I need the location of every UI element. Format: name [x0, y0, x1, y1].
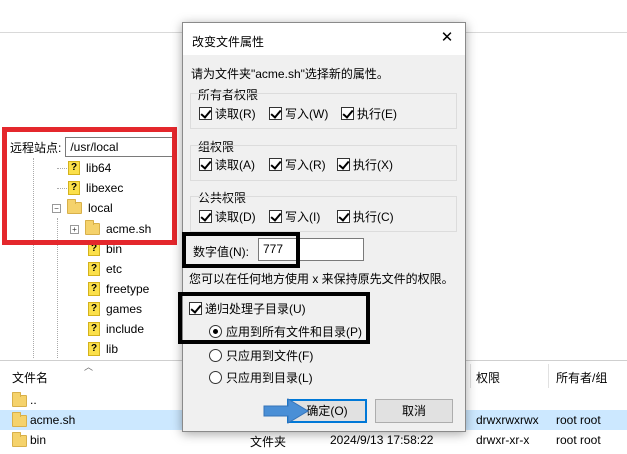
tree-item-label: games — [106, 302, 143, 316]
public-read-checkbox[interactable]: 读取(D) — [199, 208, 256, 225]
checkbox-checked-icon — [341, 107, 354, 120]
dialog-description: 请为文件夹"acme.sh"选择新的属性。 — [191, 67, 389, 81]
dialog-titlebar: 改变文件属性 ✕ — [183, 23, 465, 55]
file-permissions: drwxrwxrwx — [476, 413, 539, 427]
tree-item-label: include — [106, 322, 145, 336]
radio-icon — [209, 349, 222, 362]
checkbox-label: 执行(X) — [353, 158, 393, 172]
apply-dirs-radio[interactable]: 只应用到目录(L) — [209, 369, 313, 386]
tree-item-label: lib — [106, 342, 119, 356]
checkbox-checked-icon — [199, 107, 212, 120]
column-owner-group[interactable]: 所有者/组 — [556, 369, 607, 386]
owner-write-checkbox[interactable]: 写入(W) — [269, 105, 328, 122]
checkbox-checked-icon — [337, 210, 350, 223]
unknown-folder-icon: ? — [88, 342, 100, 356]
group-write-checkbox[interactable]: 写入(R) — [269, 156, 326, 173]
tree-item-freetype[interactable]: ? freetype — [88, 279, 149, 299]
public-write-checkbox[interactable]: 写入(I) — [269, 208, 320, 225]
checkbox-label: 执行(E) — [357, 107, 397, 121]
arrow-right-icon — [263, 398, 309, 424]
checkbox-label: 读取(D) — [215, 210, 256, 224]
checkbox-label: 写入(I) — [285, 210, 321, 224]
checkbox-label: 执行(C) — [353, 210, 394, 224]
file-name: bin — [30, 433, 47, 447]
checkbox-label: 读取(A) — [215, 158, 255, 172]
tree-item-games[interactable]: ? games — [88, 299, 142, 319]
annotation-black-box-recurse — [178, 292, 370, 344]
file-type: 文件夹 — [250, 435, 287, 449]
tree-item-label: freetype — [106, 282, 150, 296]
close-icon[interactable]: ✕ — [439, 30, 455, 46]
change-attributes-dialog: 改变文件属性 ✕ 请为文件夹"acme.sh"选择新的属性。 所有者权限 读取(… — [182, 22, 466, 432]
unknown-folder-icon: ? — [88, 282, 100, 296]
remote-pane-right — [466, 130, 627, 358]
radio-icon — [209, 371, 222, 384]
file-name: acme.sh — [30, 413, 76, 427]
checkbox-checked-icon — [269, 107, 282, 120]
column-divider — [470, 364, 471, 388]
file-owner: root root — [556, 413, 601, 427]
unknown-folder-icon: ? — [88, 262, 100, 276]
owner-read-checkbox[interactable]: 读取(R) — [199, 105, 256, 122]
public-execute-checkbox[interactable]: 执行(C) — [337, 208, 394, 225]
file-permissions: drwxr-xr-x — [476, 433, 530, 447]
checkbox-label: 读取(R) — [215, 107, 256, 121]
checkbox-checked-icon — [199, 210, 212, 223]
unknown-folder-icon: ? — [88, 322, 100, 336]
annotation-black-box-numeric — [182, 232, 300, 268]
dialog-title: 改变文件属性 — [192, 35, 265, 49]
numeric-hint: 您可以在任何地方使用 x 来保持原先文件的权限。 — [189, 272, 454, 286]
tree-item-label: etc — [106, 262, 123, 276]
file-name: .. — [30, 393, 37, 407]
tree-item-lib[interactable]: ? lib — [88, 339, 118, 359]
checkbox-checked-icon — [269, 210, 282, 223]
checkbox-checked-icon — [337, 158, 350, 171]
apply-files-radio[interactable]: 只应用到文件(F) — [209, 347, 313, 364]
radio-label: 只应用到文件(F) — [226, 349, 314, 363]
owner-execute-checkbox[interactable]: 执行(E) — [341, 105, 397, 122]
annotation-red-box — [2, 127, 177, 245]
cancel-button[interactable]: 取消 — [375, 399, 453, 423]
group-read-checkbox[interactable]: 读取(A) — [199, 156, 255, 173]
radio-label: 只应用到目录(L) — [226, 371, 313, 385]
unknown-folder-icon: ? — [88, 302, 100, 316]
checkbox-checked-icon — [199, 158, 212, 171]
column-permissions[interactable]: 权限 — [476, 369, 500, 386]
file-modified: 2024/9/13 17:58:22 — [330, 433, 434, 447]
tree-item-etc[interactable]: ? etc — [88, 259, 122, 279]
group-execute-checkbox[interactable]: 执行(X) — [337, 156, 393, 173]
sort-up-icon: ︿ — [84, 362, 94, 372]
table-row[interactable]: bin 文件夹 2024/9/13 17:58:22 drwxr-xr-x ro… — [0, 430, 627, 450]
file-owner: root root — [556, 433, 601, 447]
checkbox-label: 写入(W) — [285, 107, 329, 121]
checkbox-label: 写入(R) — [285, 158, 326, 172]
checkbox-checked-icon — [269, 158, 282, 171]
column-divider — [548, 364, 549, 388]
tree-item-include[interactable]: ? include — [88, 319, 144, 339]
column-filename[interactable]: 文件名 — [12, 369, 48, 386]
